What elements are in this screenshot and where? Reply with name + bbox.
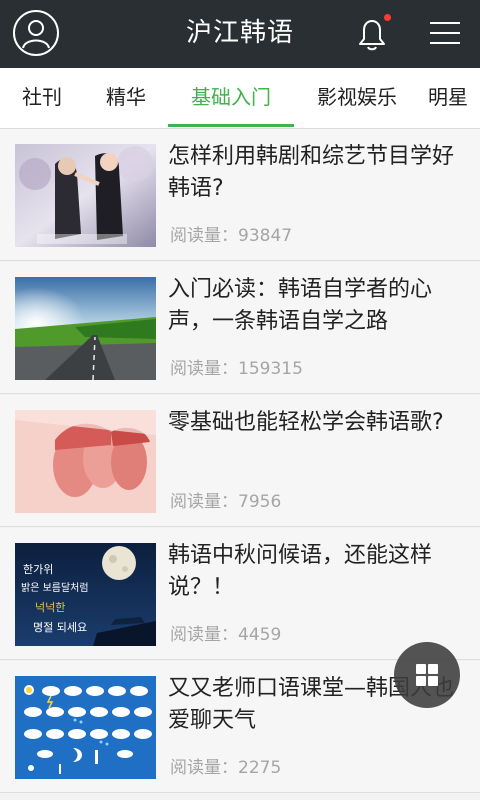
list-item[interactable]: 한가위 밝은 보름달처럼 넉넉한 명절 되세요 韩语中秋问候语，还能这样说？！ … [0,528,480,660]
top-app-bar: 沪江韩语 [0,0,480,68]
svg-text:명절 되세요: 명절 되세요 [33,621,87,634]
category-tabs: 社刊 精华 基础入门 影视娱乐 明星 [0,68,480,129]
read-count: 阅读量：93847 [170,226,293,246]
article-title: 入门必读：韩语自学者的心声，一条韩语自学之路 [168,277,433,334]
article-thumbnail [15,676,156,779]
svg-text:한가위: 한가위 [23,563,53,576]
read-count: 阅读量：7956 [170,492,282,512]
grid-apps-icon[interactable] [394,642,460,708]
list-item[interactable]: 怎样利用韩剧和综艺节目学好韩语? 阅读量：93847 [0,129,480,261]
app-title: 沪江韩语 [185,18,294,48]
notification-dot [384,14,391,21]
tab-basics[interactable]: 基础入门 [168,68,294,128]
article-thumbnail [15,144,156,247]
read-count: 阅读量：159315 [170,359,303,379]
read-count: 阅读量：4459 [170,625,282,645]
hamburger-menu-icon[interactable] [430,20,460,46]
active-tab-indicator [168,124,294,127]
article-thumbnail [15,410,156,513]
article-title: 零基础也能轻松学会韩语歌? [168,410,444,435]
article-thumbnail [15,277,156,380]
article-title: 韩语中秋问候语，还能这样说？！ [168,543,433,600]
svg-text:넉넉한: 넉넉한 [35,601,65,614]
read-count: 阅读量：2275 [170,758,282,778]
list-item[interactable]: 入门必读：韩语自学者的心声，一条韩语自学之路 阅读量：159315 [0,262,480,394]
article-title: 怎样利用韩剧和综艺节目学好韩语? [168,144,455,201]
article-thumbnail: 한가위 밝은 보름달처럼 넉넉한 명절 되세요 [15,543,156,646]
tab-shekan[interactable]: 社刊 [8,68,76,128]
tab-celebrity[interactable]: 明星 [428,68,480,128]
list-item[interactable]: 零基础也能轻松学会韩语歌? 阅读量：7956 [0,395,480,527]
tab-entertainment[interactable]: 影视娱乐 [300,68,414,128]
tab-jinghua[interactable]: 精华 [92,68,160,128]
svg-text:밝은 보름달처럼: 밝은 보름달처럼 [21,581,89,594]
